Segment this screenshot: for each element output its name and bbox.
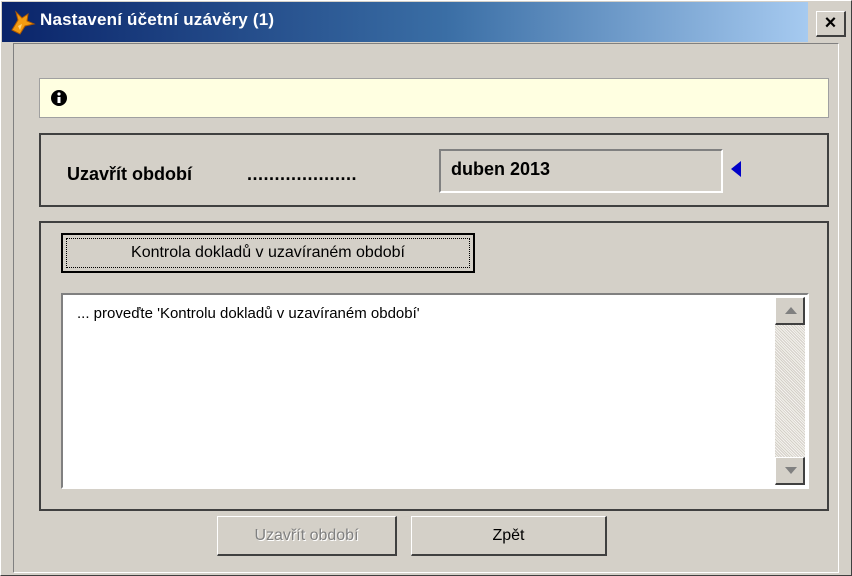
app-fox-icon: [11, 10, 36, 35]
period-dots: ....................: [247, 164, 358, 184]
log-text: ... proveďte 'Kontrolu dokladů v uzavíra…: [77, 305, 420, 322]
period-value: duben 2013: [451, 159, 551, 179]
arrow-down-icon: [785, 467, 797, 474]
check-documents-button[interactable]: Kontrola dokladů v uzavíraném období: [61, 233, 475, 273]
left-arrow-icon[interactable]: [731, 161, 741, 177]
scroll-down-button[interactable]: [775, 457, 805, 485]
scroll-up-button[interactable]: [775, 297, 805, 325]
close-period-label: Uzavřít období: [254, 527, 359, 544]
info-bar: [39, 78, 829, 118]
title-bar[interactable]: Nastavení účetní uzávěry (1) ×: [2, 2, 850, 42]
info-icon: [51, 90, 67, 106]
arrow-up-icon: [785, 307, 797, 314]
close-icon: ×: [824, 12, 837, 34]
close-period-button[interactable]: Uzavřít období: [217, 516, 397, 556]
log-textarea[interactable]: ... proveďte 'Kontrolu dokladů v uzavíra…: [61, 293, 809, 489]
back-label: Zpět: [492, 527, 525, 544]
check-group: Kontrola dokladů v uzavíraném období ...…: [39, 221, 829, 511]
period-group: Uzavřít období .................... dube…: [39, 133, 829, 207]
focus-rect: [66, 238, 470, 268]
period-label: Uzavřít období: [67, 164, 192, 184]
period-field[interactable]: duben 2013: [439, 149, 723, 193]
vertical-scrollbar[interactable]: [775, 297, 805, 485]
dialog-window: Nastavení účetní uzávěry (1) × Uzavřít o…: [0, 0, 852, 576]
close-button[interactable]: ×: [816, 11, 846, 37]
back-button[interactable]: Zpět: [411, 516, 607, 556]
window-title: Nastavení účetní uzávěry (1): [40, 10, 275, 29]
